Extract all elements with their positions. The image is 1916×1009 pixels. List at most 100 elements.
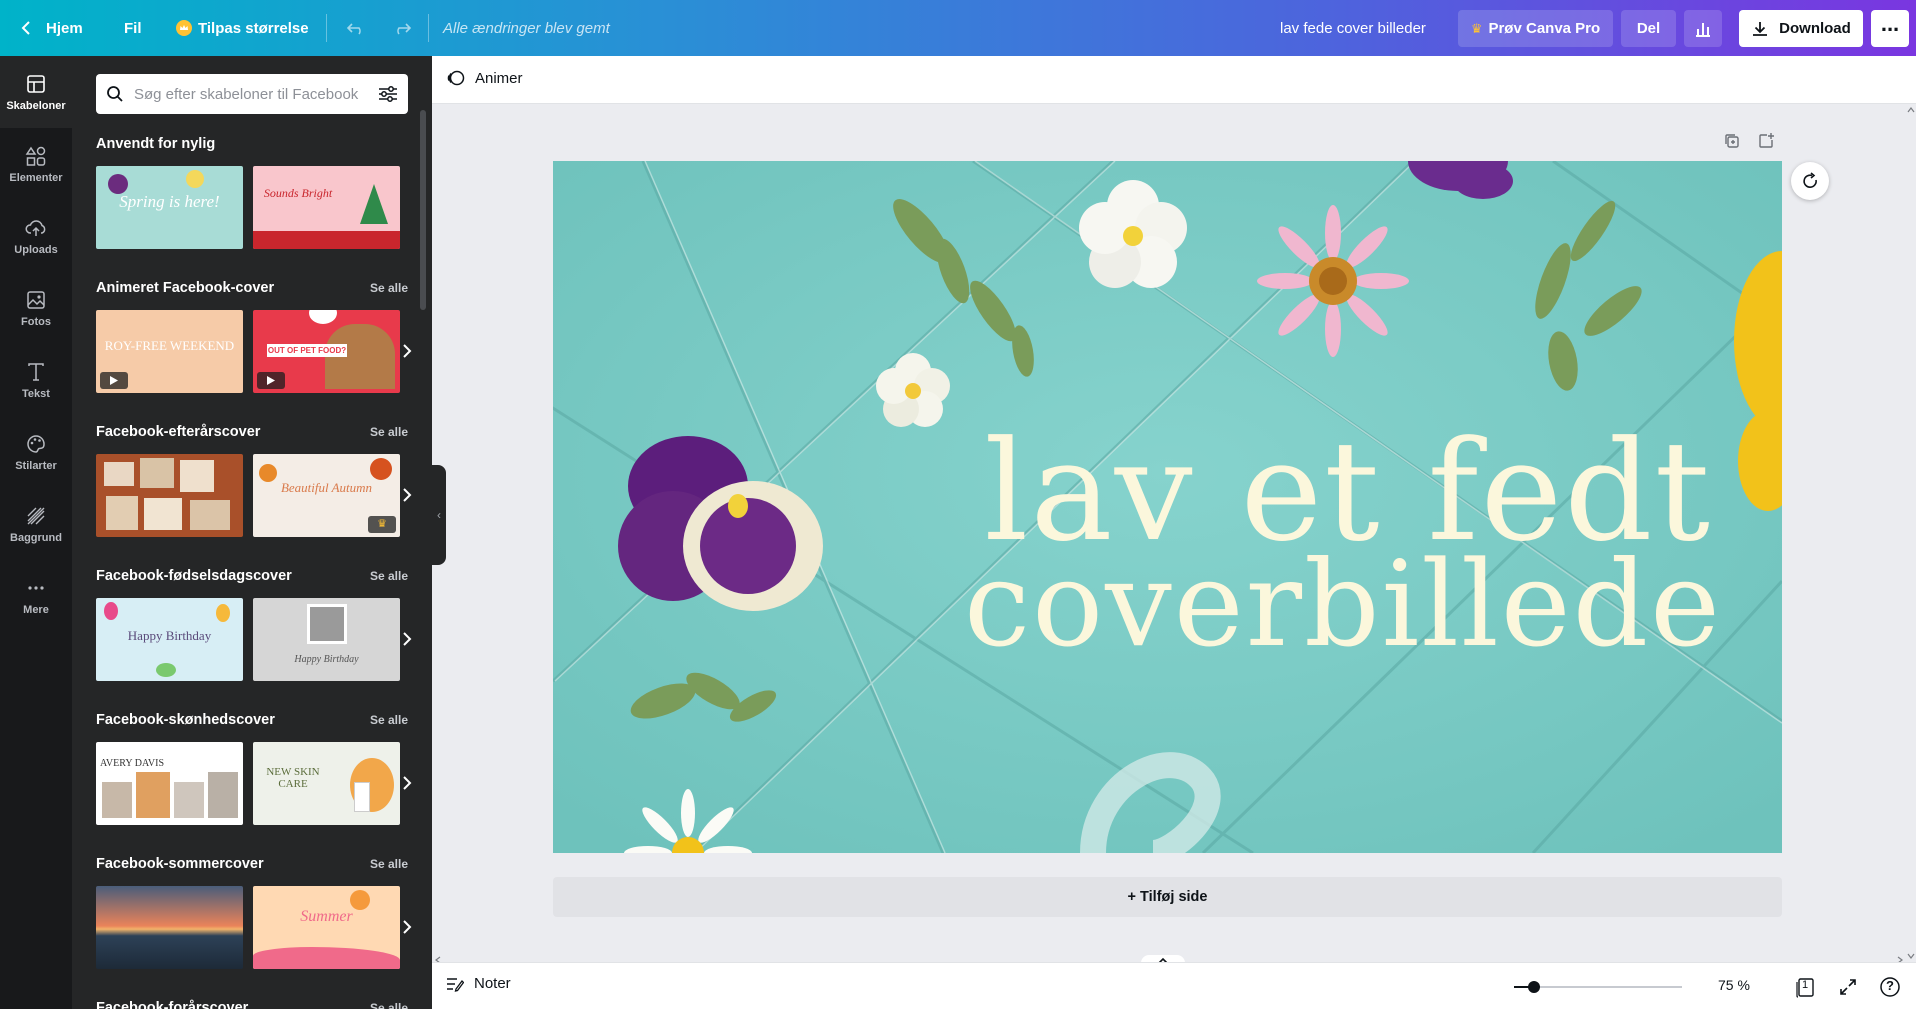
- text-icon: [28, 362, 44, 381]
- vertical-scrollbar[interactable]: [1906, 104, 1916, 962]
- chevron-right-icon[interactable]: [396, 628, 418, 650]
- animate-icon: [447, 70, 465, 86]
- template-thumbnail[interactable]: [96, 454, 243, 537]
- bottom-bar: Noter 75 % 1 ?: [432, 962, 1916, 1009]
- help-button[interactable]: ?: [1878, 975, 1902, 999]
- bar-chart-icon: [1696, 22, 1710, 37]
- background-pattern-icon: [27, 507, 45, 524]
- chevron-right-icon[interactable]: [396, 772, 418, 794]
- download-button[interactable]: Download: [1739, 10, 1863, 47]
- see-all-link[interactable]: Se alle: [370, 425, 408, 439]
- editor-toolbar: Animer: [432, 56, 1916, 104]
- section-beauty-cover: Facebook-skønhedscover Se alle AVERY DAVI…: [96, 708, 412, 826]
- undo-button[interactable]: [346, 0, 366, 56]
- redo-icon: [397, 23, 412, 35]
- chevron-left-icon: [21, 21, 30, 35]
- resize-button[interactable]: Tilpas størrelse: [176, 0, 309, 56]
- design-canvas[interactable]: lav et fedt coverbillede: [553, 161, 1782, 853]
- thumbnail-text: Happy Birthday: [127, 628, 212, 643]
- panel-scrollbar[interactable]: [420, 110, 426, 310]
- video-play-icon: [100, 372, 128, 389]
- rail-item-photos[interactable]: Fotos: [0, 272, 72, 344]
- try-pro-label: Prøv Canva Pro: [1488, 20, 1601, 37]
- more-options-button[interactable]: ...: [1871, 10, 1909, 47]
- see-all-link[interactable]: Se alle: [370, 281, 408, 295]
- document-title[interactable]: lav fede cover billeder: [1280, 0, 1426, 56]
- zoom-level[interactable]: 75 %: [1718, 977, 1750, 993]
- rail-item-background[interactable]: Baggrund: [0, 488, 72, 560]
- template-thumbnail[interactable]: OUT OF PET FOOD?: [253, 310, 400, 393]
- resize-label: Tilpas størrelse: [198, 19, 309, 37]
- download-label: Download: [1779, 20, 1851, 37]
- filter-sliders-icon[interactable]: [378, 85, 398, 103]
- rotate-refresh-button[interactable]: [1791, 162, 1829, 200]
- rail-item-styles[interactable]: Stilarter: [0, 416, 72, 488]
- collapse-panel-button[interactable]: ‹: [432, 465, 446, 565]
- duplicate-page-button[interactable]: [1723, 132, 1741, 150]
- top-bar: Hjem Fil Tilpas størrelse Alle ændringer…: [0, 0, 1916, 56]
- section-title: Facebook-forårscover: [96, 1000, 249, 1009]
- section-spring-cover: Facebook-forårscover Se alle: [96, 996, 408, 1009]
- template-thumbnail[interactable]: NEW SKIN CARE: [253, 742, 400, 825]
- insights-button[interactable]: [1684, 10, 1722, 47]
- rail-item-elements[interactable]: Elementer: [0, 128, 72, 200]
- zoom-slider[interactable]: [1514, 981, 1682, 993]
- thumbnail-text: Beautiful Autumn: [280, 480, 373, 495]
- search-input[interactable]: [134, 85, 378, 103]
- see-all-link[interactable]: Se alle: [370, 1001, 408, 1009]
- section-summer-cover: Facebook-sommercover Se alle Summer: [96, 852, 412, 970]
- animate-label: Animer: [475, 69, 523, 87]
- template-thumbnail[interactable]: Happy Birthday: [96, 598, 243, 681]
- elements-icon: [25, 146, 46, 166]
- template-thumbnail[interactable]: AVERY DAVIS: [96, 742, 243, 825]
- template-thumbnail[interactable]: ROY-FREE WEEKEND: [96, 310, 243, 393]
- redo-button[interactable]: [392, 0, 412, 56]
- left-nav-rail: Skabeloner Elementer Uploads Fotos Tekst…: [0, 56, 72, 1009]
- template-thumbnail[interactable]: Beautiful Autumn ♛: [253, 454, 400, 537]
- chevron-right-icon[interactable]: [396, 484, 418, 506]
- rail-label: Mere: [23, 603, 49, 616]
- file-menu-button[interactable]: Fil: [124, 0, 142, 56]
- templates-panel: Anvendt for nylig Spring is here! Sounds…: [72, 56, 432, 1009]
- template-thumbnail[interactable]: Sounds Bright: [253, 166, 400, 249]
- try-pro-button[interactable]: ♛ Prøv Canva Pro: [1458, 10, 1613, 47]
- rail-label: Baggrund: [10, 531, 62, 544]
- more-dots-icon: [28, 585, 44, 590]
- rail-item-more[interactable]: Mere: [0, 560, 72, 632]
- fullscreen-button[interactable]: [1836, 975, 1860, 999]
- add-page-icon-button[interactable]: [1757, 132, 1775, 150]
- chevron-right-icon[interactable]: [396, 340, 418, 362]
- page-count-button[interactable]: 1: [1794, 975, 1818, 999]
- see-all-link[interactable]: Se alle: [370, 857, 408, 871]
- photo-icon: [27, 290, 45, 309]
- see-all-link[interactable]: Se alle: [370, 713, 408, 727]
- template-search[interactable]: [96, 74, 408, 114]
- more-dots-icon: ...: [1880, 10, 1900, 36]
- undo-icon: [346, 23, 361, 35]
- see-all-link[interactable]: Se alle: [370, 569, 408, 583]
- rail-item-templates[interactable]: Skabeloner: [0, 56, 72, 128]
- chevron-right-icon[interactable]: [396, 916, 418, 938]
- rail-item-text[interactable]: Tekst: [0, 344, 72, 416]
- animate-button[interactable]: Animer: [446, 68, 523, 88]
- section-title: Animeret Facebook-cover: [96, 280, 275, 296]
- page-tools: [1723, 132, 1775, 150]
- headline-line-2[interactable]: coverbillede: [964, 545, 1722, 663]
- notes-button[interactable]: Noter: [446, 975, 511, 992]
- rail-item-uploads[interactable]: Uploads: [0, 200, 72, 272]
- template-thumbnail[interactable]: Summer: [253, 886, 400, 969]
- thumbnail-text: AVERY DAVIS: [100, 758, 164, 769]
- rail-label: Skabeloner: [6, 99, 66, 112]
- share-button[interactable]: Del: [1621, 10, 1676, 47]
- templates-icon: [27, 74, 45, 93]
- download-icon: [1753, 21, 1768, 36]
- save-status: Alle ændringer blev gemt: [443, 19, 610, 37]
- template-thumbnail[interactable]: [96, 886, 243, 969]
- zoom-slider-handle[interactable]: [1528, 981, 1541, 993]
- add-page-button[interactable]: + Tilføj side: [553, 877, 1782, 917]
- home-back-button[interactable]: Hjem: [20, 0, 83, 56]
- template-thumbnail[interactable]: Happy Birthday: [253, 598, 400, 681]
- template-thumbnail[interactable]: Spring is here!: [96, 166, 243, 249]
- duplicate-icon: [1725, 134, 1739, 148]
- notes-label: Noter: [474, 975, 511, 992]
